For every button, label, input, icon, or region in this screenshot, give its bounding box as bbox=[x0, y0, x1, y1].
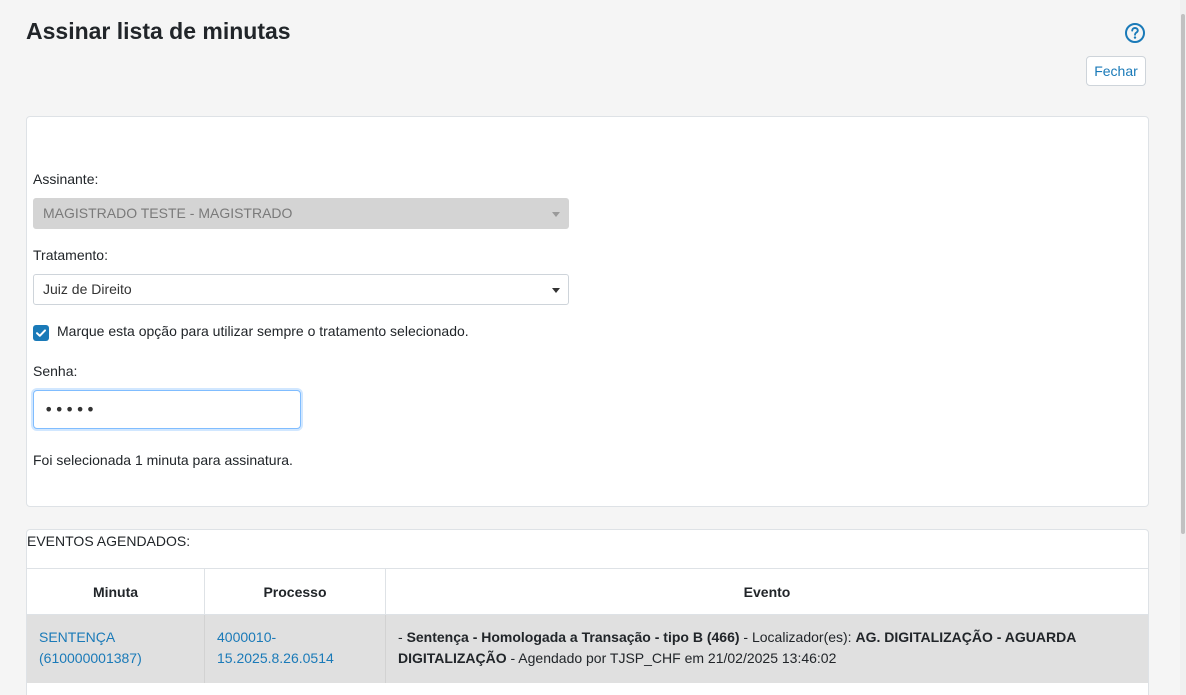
password-input[interactable] bbox=[33, 390, 301, 429]
selection-info: Foi selecionada 1 minuta para assinatura… bbox=[33, 452, 293, 468]
evento-prefix: - bbox=[398, 629, 407, 645]
column-header-processo: Processo bbox=[204, 568, 386, 615]
sign-drafts-page: Assinar lista de minutas Fechar Assinant… bbox=[0, 0, 1186, 695]
signer-select: MAGISTRADO TESTE - MAGISTRADO bbox=[33, 198, 569, 229]
table-header-row: Minuta Processo Evento bbox=[27, 568, 1148, 615]
password-label: Senha: bbox=[33, 363, 78, 379]
minuta-cell: SENTENÇA (610000001387) bbox=[27, 614, 205, 683]
signer-select-value: MAGISTRADO TESTE - MAGISTRADO bbox=[43, 205, 293, 221]
processo-number-part2: 15.2025.8.26.0514 bbox=[217, 650, 334, 666]
evento-cell: - Sentença - Homologada a Transação - ti… bbox=[385, 614, 1148, 683]
column-header-evento: Evento bbox=[385, 568, 1148, 615]
treatment-select[interactable]: Juiz de Direito bbox=[33, 274, 569, 305]
page-title: Assinar lista de minutas bbox=[26, 18, 291, 44]
minuta-id: (610000001387) bbox=[39, 650, 142, 666]
always-use-treatment-checkbox[interactable] bbox=[33, 325, 49, 341]
scheduled-events-table: Minuta Processo Evento SENTENÇA (61000000… bbox=[27, 568, 1148, 683]
scheduled-events-title: EVENTOS AGENDADOS: bbox=[27, 533, 191, 549]
minuta-name: SENTENÇA bbox=[39, 629, 116, 645]
processo-number-part1: 4000010- bbox=[217, 629, 277, 645]
evento-name: Sentença - Homologada a Transação - tipo… bbox=[406, 629, 740, 645]
table-row: SENTENÇA (610000001387) 4000010- 15.2025.8… bbox=[27, 614, 1148, 683]
evento-locator-label: - Localizador(es): bbox=[739, 629, 856, 645]
chevron-down-icon bbox=[552, 212, 560, 217]
processo-link[interactable]: 4000010- 15.2025.8.26.0514 bbox=[217, 629, 334, 666]
column-header-minuta: Minuta bbox=[27, 568, 205, 615]
treatment-label: Tratamento: bbox=[33, 247, 108, 263]
close-button[interactable]: Fechar bbox=[1086, 56, 1146, 86]
scrollbar-thumb[interactable] bbox=[1181, 14, 1185, 534]
signer-label: Assinante: bbox=[33, 171, 99, 187]
evento-scheduled-info: - Agendado por TJSP_CHF em 21/02/2025 13… bbox=[506, 650, 837, 666]
treatment-select-value: Juiz de Direito bbox=[43, 281, 132, 297]
check-icon bbox=[36, 329, 46, 337]
scheduled-events-panel: EVENTOS AGENDADOS: Minuta Processo Event… bbox=[26, 529, 1149, 695]
always-use-treatment-label[interactable]: Marque esta opção para utilizar sempre o… bbox=[57, 323, 469, 339]
question-circle-icon[interactable] bbox=[1124, 22, 1146, 44]
signature-form: Assinante: MAGISTRADO TESTE - MAGISTRADO… bbox=[26, 116, 1149, 507]
minuta-link[interactable]: SENTENÇA (610000001387) bbox=[39, 629, 142, 666]
processo-cell: 4000010- 15.2025.8.26.0514 bbox=[204, 614, 386, 683]
chevron-down-icon bbox=[552, 288, 560, 293]
